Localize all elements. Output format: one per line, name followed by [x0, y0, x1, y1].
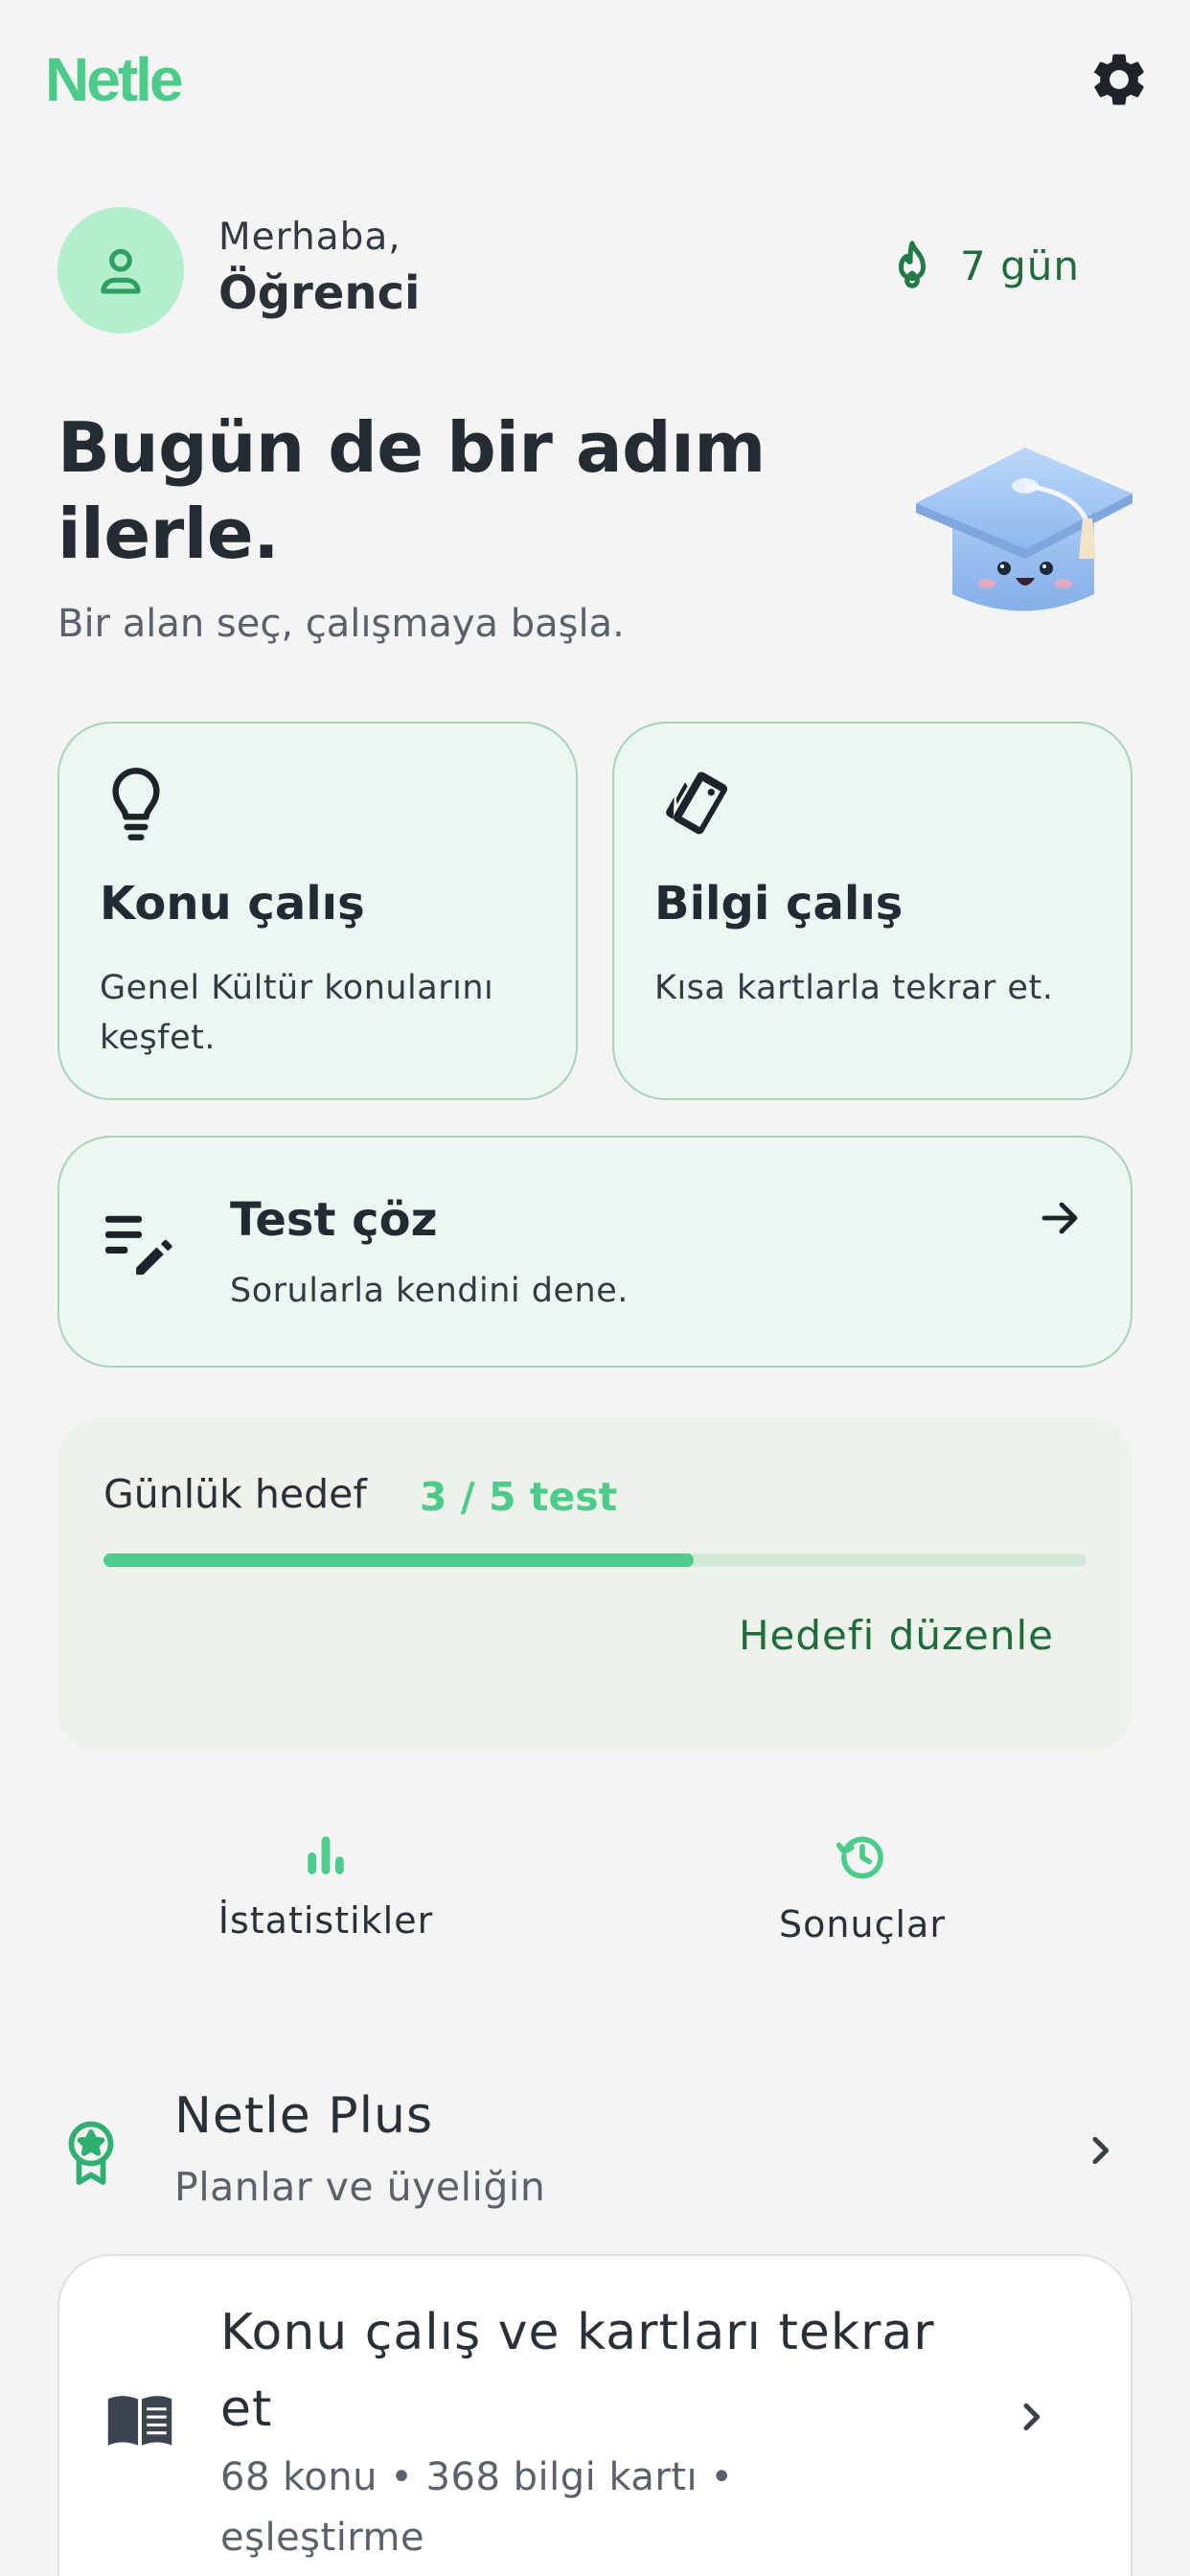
goal-progress-fill	[103, 1553, 694, 1567]
lightbulb-icon	[105, 766, 167, 846]
plus-subtitle: Planlar ve üyeliğin	[174, 2164, 546, 2210]
konu-card-title: Konu çalış	[100, 877, 365, 931]
netle-plus-row[interactable]: Netle Plus Planlar ve üyeliğin	[0, 2070, 1190, 2223]
library-subtitle: 68 konu • 368 bilgi kartı • eşleştirme	[220, 2455, 734, 2560]
avatar[interactable]	[57, 207, 184, 334]
goal-value: 3 / 5 test	[420, 1474, 618, 1520]
daily-goal-panel: Günlük hedef 3 / 5 test Hedefi düzenle	[57, 1418, 1133, 1752]
test-coz-card[interactable]: Test çöz Sorularla kendini dene.	[57, 1136, 1133, 1368]
person-icon	[101, 248, 141, 294]
chevron-right-icon	[1012, 2398, 1050, 2440]
goal-label: Günlük hedef	[103, 1471, 367, 1517]
arrow-right-icon	[1037, 1195, 1083, 1245]
gear-icon[interactable]	[1087, 48, 1151, 111]
study-library-card[interactable]: Konu çalış ve kartları tekrar et 68 konu…	[57, 2254, 1133, 2576]
bilgi-calis-card[interactable]: Bilgi çalış Kısa kartlarla tekrar et.	[612, 722, 1133, 1100]
edit-list-icon	[105, 1212, 178, 1279]
hero-headline: Bugün de bir adım ilerle.	[57, 407, 766, 574]
chevron-right-icon	[1081, 2131, 1119, 2174]
bar-chart-icon	[308, 1836, 344, 1874]
plus-title: Netle Plus	[174, 2087, 434, 2145]
goal-progress-bar	[103, 1553, 1087, 1567]
greeting-text: Merhaba,	[218, 216, 401, 259]
bilgi-card-desc: Kısa kartlarla tekrar et.	[654, 969, 1054, 1007]
statistics-label: İstatistikler	[217, 1899, 434, 1942]
history-icon	[835, 1836, 883, 1879]
flame-icon	[898, 241, 927, 288]
graduation-cap-mascot	[910, 436, 1136, 632]
streak-badge[interactable]: 7 gün	[889, 240, 1080, 291]
test-card-desc: Sorularla kendini dene.	[230, 1272, 629, 1310]
user-name: Öğrenci	[218, 266, 421, 320]
test-card-title: Test çöz	[230, 1193, 438, 1247]
hero-subtitle: Bir alan seç, çalışmaya başla.	[57, 602, 625, 646]
award-badge-icon	[61, 2120, 121, 2191]
book-icon	[105, 2388, 174, 2453]
konu-calis-card[interactable]: Konu çalış Genel Kültür konularını keşfe…	[57, 722, 578, 1100]
app-logo: Netle	[45, 45, 183, 114]
statistics-link[interactable]: İstatistikler	[182, 1830, 469, 1942]
library-title: Konu çalış ve kartları tekrar et	[220, 2304, 935, 2438]
results-label: Sonuçlar	[779, 1903, 946, 1945]
bilgi-card-title: Bilgi çalış	[654, 877, 904, 931]
edit-goal-button[interactable]: Hedefi düzenle	[739, 1612, 1054, 1659]
streak-label: 7 gün	[960, 242, 1080, 289]
flashcards-icon	[660, 766, 737, 846]
results-link[interactable]: Sonuçlar	[719, 1830, 1006, 1945]
konu-card-desc: Genel Kültür konularını keşfet.	[100, 969, 494, 1057]
